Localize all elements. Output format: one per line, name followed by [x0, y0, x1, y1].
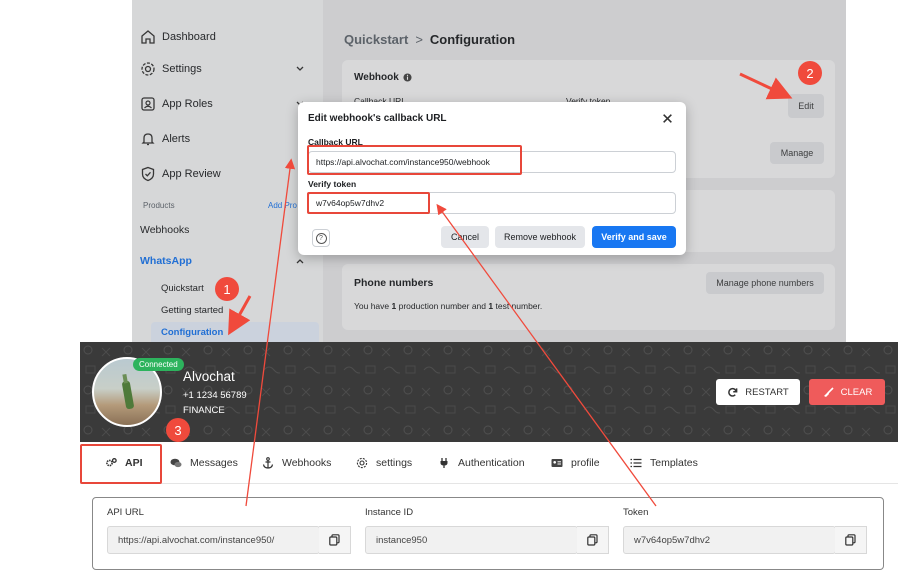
- anchor-icon: [262, 457, 274, 469]
- copy-api-url-button[interactable]: [319, 526, 351, 554]
- remove-webhook-button[interactable]: Remove webhook: [495, 226, 585, 248]
- tab-messages[interactable]: Messages: [170, 442, 238, 484]
- list-icon: [630, 458, 642, 468]
- broom-icon: [823, 386, 834, 397]
- step-badge-2: 2: [798, 61, 822, 85]
- modal-title: Edit webhook's callback URL: [308, 113, 447, 124]
- help-button[interactable]: ?: [312, 229, 330, 247]
- tab-label: Messages: [190, 457, 238, 469]
- copy-icon: [587, 534, 598, 546]
- tab-webhooks[interactable]: Webhooks: [262, 442, 331, 484]
- highlight-api-tab: [80, 444, 162, 484]
- instance-id-field[interactable]: instance950: [365, 526, 578, 554]
- refresh-icon: [728, 387, 738, 397]
- instance-tag: FINANCE: [183, 405, 225, 416]
- tab-settings[interactable]: settings: [356, 442, 412, 484]
- api-panel: API URL https://api.alvochat.com/instanc…: [80, 484, 898, 576]
- restart-button[interactable]: RESTART: [716, 379, 800, 405]
- gear-icon: [356, 457, 368, 469]
- id-card-icon: [551, 459, 563, 467]
- tab-label: settings: [376, 457, 413, 469]
- close-icon[interactable]: [662, 113, 673, 124]
- copy-icon: [329, 534, 340, 546]
- tab-label: Templates: [650, 457, 698, 469]
- api-url-label: API URL: [107, 507, 144, 518]
- token-field[interactable]: w7v64op5w7dhv2: [623, 526, 836, 554]
- highlight-verify-token: [307, 192, 430, 214]
- verify-token-label: Verify token: [308, 179, 357, 189]
- step-badge-3: 3: [166, 418, 190, 442]
- highlight-callback-url: [307, 145, 522, 175]
- tab-label: profile: [571, 457, 600, 469]
- edit-webhook-modal: Edit webhook's callback URL Callback URL…: [298, 102, 686, 255]
- cancel-button[interactable]: Cancel: [441, 226, 489, 248]
- instance-id-label: Instance ID: [365, 507, 414, 518]
- verify-and-save-button[interactable]: Verify and save: [592, 226, 676, 248]
- instance-phone: +1 1234 56789: [183, 390, 247, 401]
- tab-profile[interactable]: profile: [551, 442, 600, 484]
- restart-label: RESTART: [745, 386, 789, 398]
- tab-label: Webhooks: [282, 457, 332, 469]
- plug-icon: [440, 458, 448, 468]
- token-label: Token: [623, 507, 649, 518]
- tab-label: Authentication: [458, 457, 525, 469]
- status-badge: Connected: [133, 358, 184, 371]
- api-credentials-box: API URL https://api.alvochat.com/instanc…: [92, 497, 884, 570]
- copy-token-button[interactable]: [835, 526, 867, 554]
- clear-label: CLEAR: [840, 386, 873, 398]
- instance-name: Alvochat: [183, 369, 235, 384]
- tab-templates[interactable]: Templates: [630, 442, 698, 484]
- tab-authentication[interactable]: Authentication: [438, 442, 525, 484]
- copy-instance-id-button[interactable]: [577, 526, 609, 554]
- help-icon: ?: [315, 232, 327, 244]
- clear-button[interactable]: CLEAR: [809, 379, 885, 405]
- copy-icon: [845, 534, 856, 546]
- api-url-field[interactable]: https://api.alvochat.com/instance950/: [107, 526, 320, 554]
- step-badge-1: 1: [215, 277, 239, 301]
- alvochat-header: Connected Alvochat +1 1234 56789 FINANCE…: [80, 342, 898, 442]
- chat-icon: [170, 458, 182, 468]
- instance-tabs: API Messages Webhooks settings Authentic…: [80, 442, 898, 484]
